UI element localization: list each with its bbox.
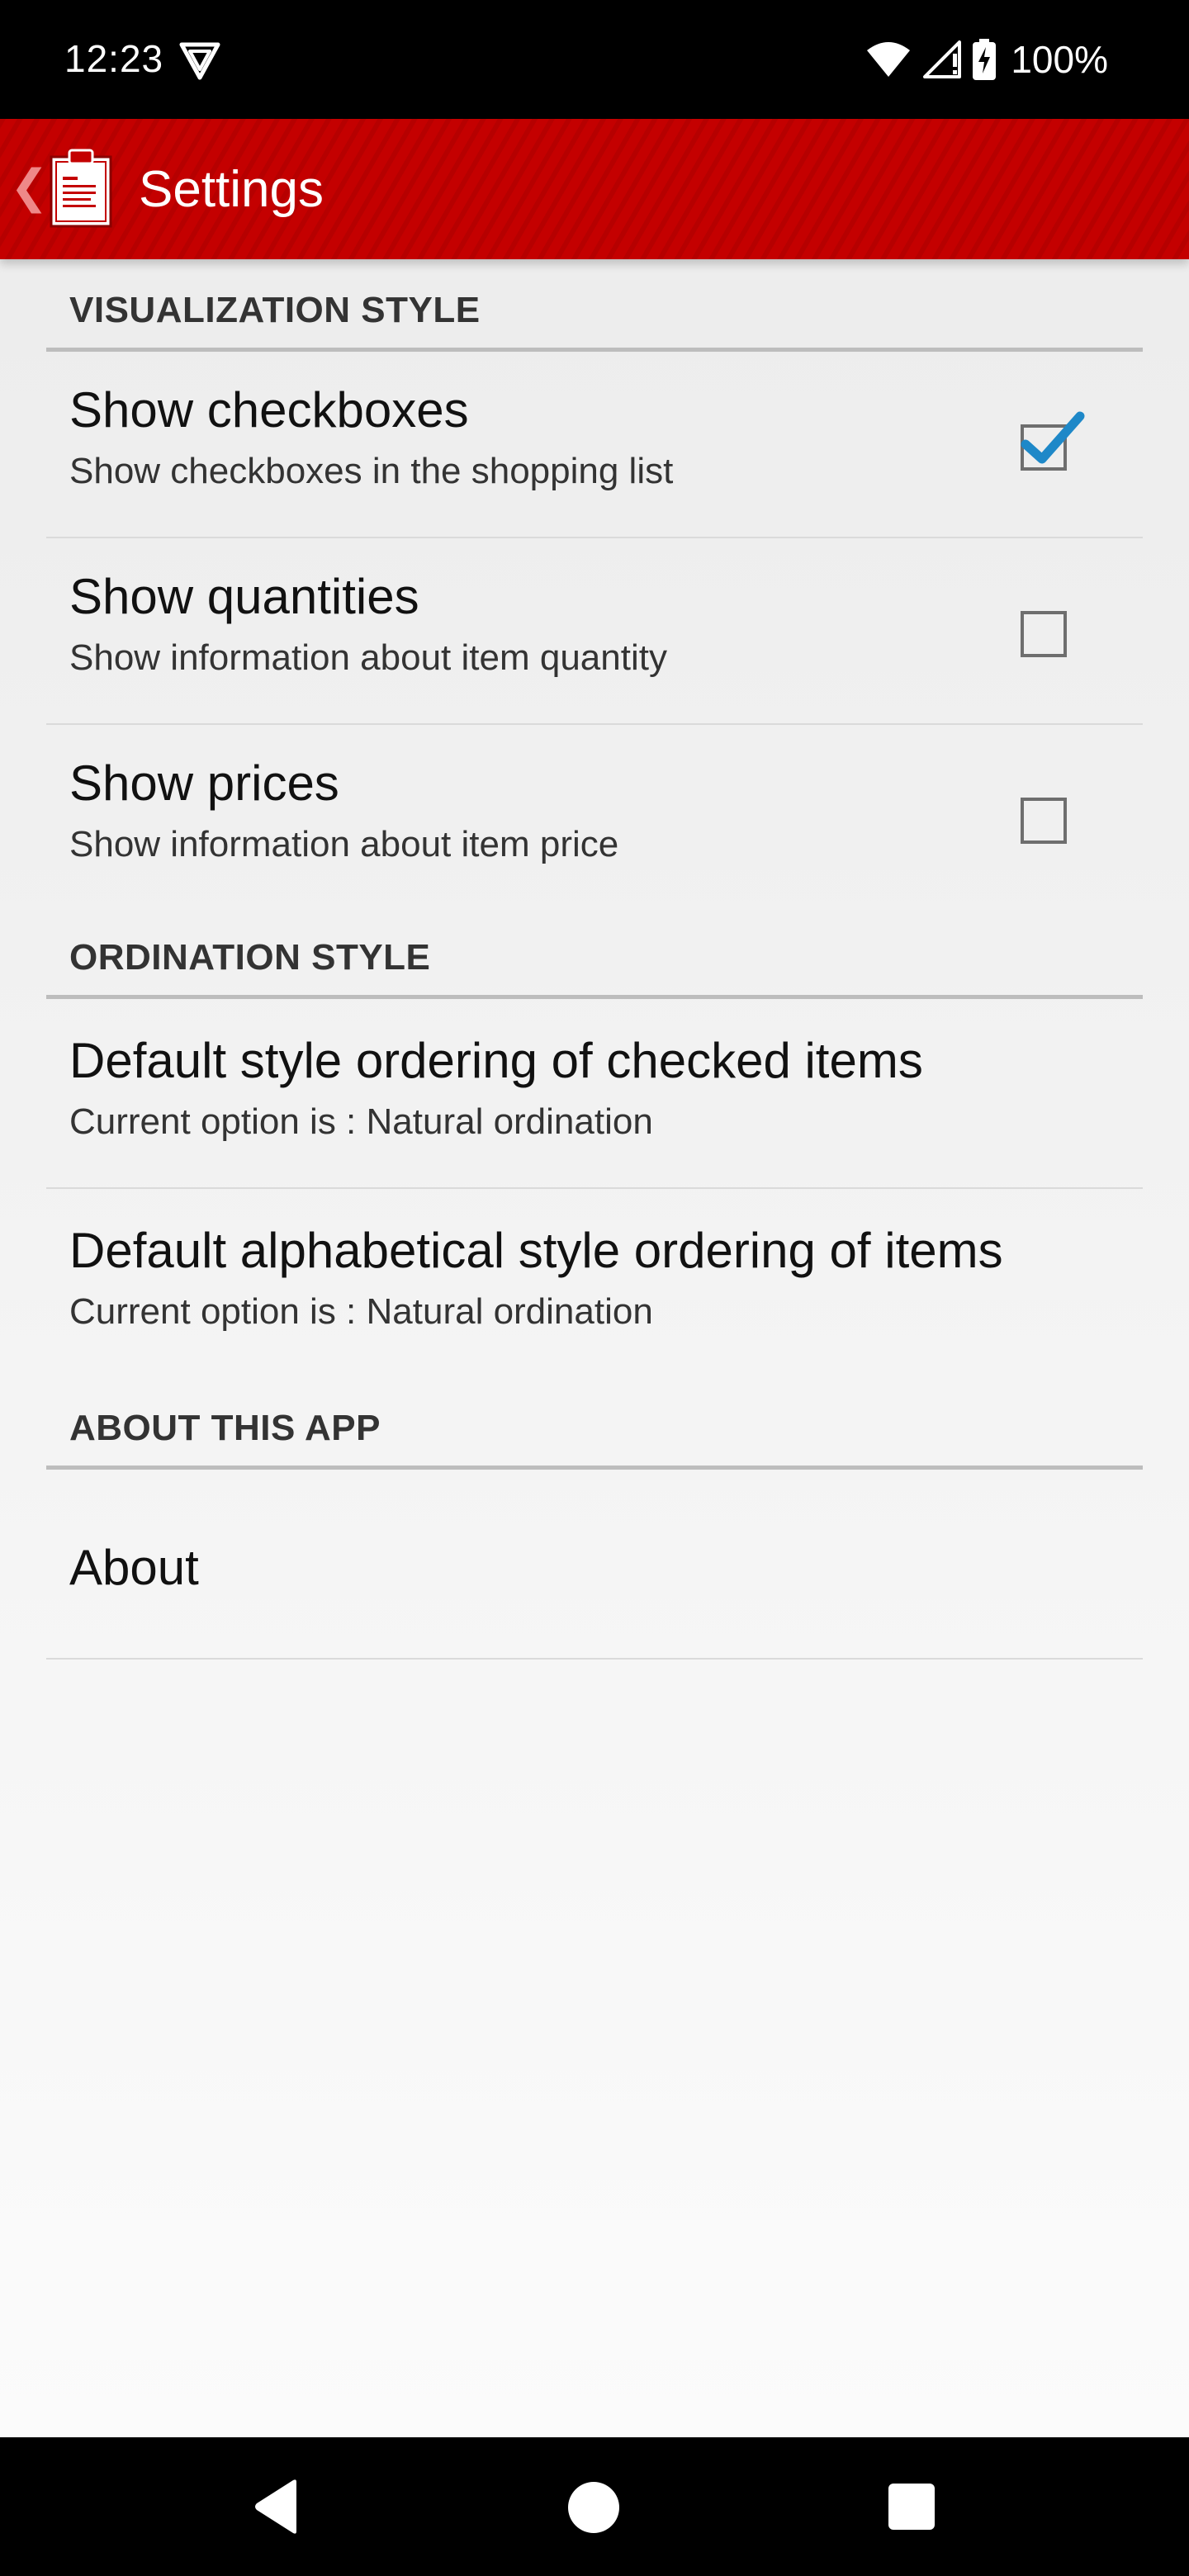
show-quantities-checkbox[interactable] <box>1021 611 1067 657</box>
section-header-about-this-app: ABOUT THIS APP <box>46 1379 1143 1470</box>
section-header-label: VISUALIZATION STYLE <box>69 290 481 330</box>
pref-title: Default alphabetical style ordering of i… <box>69 1223 1003 1278</box>
app-bar: ❮ Settings <box>0 119 1189 259</box>
vpn-shield-icon <box>179 42 220 80</box>
pref-title: Show checkboxes <box>69 382 469 438</box>
pref-summary: Show checkboxes in the shopping list <box>69 451 674 491</box>
pref-summary: Show information about item price <box>69 824 619 864</box>
back-triangle-icon[interactable] <box>252 2479 301 2535</box>
system-nav-bar <box>0 2437 1189 2576</box>
pref-summary: Current option is : Natural ordination <box>69 1101 653 1142</box>
recents-square-icon[interactable] <box>888 2484 935 2530</box>
status-time: 12:23 <box>64 37 164 80</box>
cellular-signal-icon <box>923 40 962 78</box>
pref-title: Show prices <box>69 755 339 811</box>
battery-charging-icon <box>973 39 997 80</box>
pref-alphabetical-ordering[interactable]: Default alphabetical style ordering of i… <box>46 1189 1143 1379</box>
pref-summary: Show information about item quantity <box>69 637 667 678</box>
section-header-visualization-style: VISUALIZATION STYLE <box>46 259 1143 352</box>
pref-show-checkboxes[interactable]: Show checkboxes Show checkboxes in the s… <box>46 352 1143 538</box>
pref-show-prices[interactable]: Show prices Show information about item … <box>46 725 1143 912</box>
pref-show-quantities[interactable]: Show quantities Show information about i… <box>46 538 1143 725</box>
status-icons: 100% <box>865 33 1108 86</box>
checkmark-icon <box>1021 411 1085 464</box>
clipboard-app-icon <box>50 149 112 228</box>
section-header-ordination-style: ORDINATION STYLE <box>46 912 1143 999</box>
page-title: Settings <box>139 161 324 218</box>
pref-title: About <box>69 1540 199 1595</box>
show-checkboxes-checkbox[interactable] <box>1021 411 1085 471</box>
back-chevron-icon[interactable]: ❮ <box>10 160 49 214</box>
status-bar: 12:23 100% <box>0 0 1189 119</box>
pref-summary: Current option is : Natural ordination <box>69 1291 653 1332</box>
show-prices-checkbox[interactable] <box>1021 798 1067 844</box>
pref-title: Default style ordering of checked items <box>69 1033 923 1088</box>
pref-title: Show quantities <box>69 569 419 624</box>
section-header-label: ABOUT THIS APP <box>69 1408 381 1448</box>
pref-about[interactable]: About <box>46 1470 1143 1660</box>
section-header-label: ORDINATION STYLE <box>69 937 431 978</box>
home-circle-icon[interactable] <box>568 2482 619 2533</box>
pref-checked-items-ordering[interactable]: Default style ordering of checked items … <box>46 999 1143 1189</box>
battery-percentage: 100% <box>1011 38 1108 81</box>
wifi-icon <box>867 42 911 77</box>
